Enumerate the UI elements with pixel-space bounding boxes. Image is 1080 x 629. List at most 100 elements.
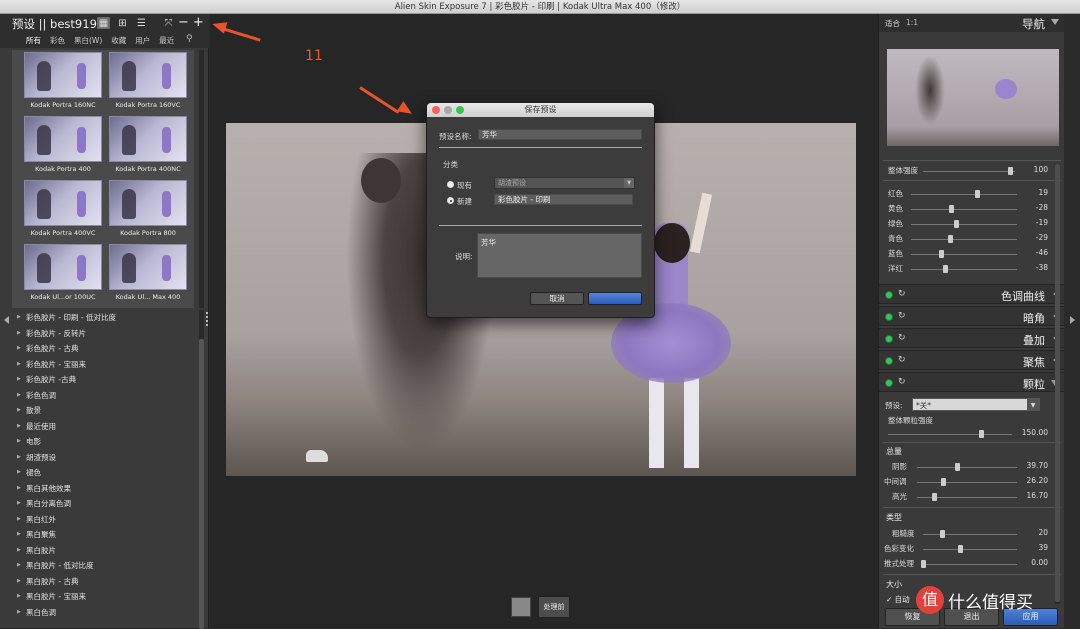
list-item[interactable]: 黑白胶片 - 宝丽来 [0,589,197,605]
section-focus[interactable]: ↻ 聚焦 [879,350,1065,370]
slider-knob[interactable] [949,205,955,213]
add-remove-preset[interactable]: −+ [178,15,208,30]
slider-knob[interactable] [979,430,984,438]
list-item[interactable]: 彩色胶片 - 古典 [0,341,197,357]
one-to-one-button[interactable]: 1:1 [906,18,918,27]
slider-track[interactable] [923,564,1017,565]
existing-category-select[interactable]: 胡渣预设 [494,177,635,189]
enable-toggle[interactable] [885,335,893,343]
section-grain[interactable]: ↻ 颗粒 [879,372,1065,392]
filter-favorites[interactable]: 收藏 [111,35,126,46]
list-item[interactable]: 散景 [0,403,197,419]
grain-type-slider[interactable]: 色彩变化 39 [879,542,1065,556]
slider-knob[interactable] [974,190,980,198]
section-tone-curve[interactable]: ↻ 色调曲线 [879,284,1065,304]
list-item[interactable]: 彩色色调 [0,388,197,404]
list-item[interactable]: 黑白其他效果 [0,481,197,497]
color-swatch-button[interactable] [511,597,531,617]
list-item[interactable]: 电影 [0,434,197,450]
filter-user[interactable]: 用户 [135,35,150,46]
reset-icon[interactable]: ↻ [898,289,906,299]
preset-name-input[interactable]: 芳华 [478,129,642,140]
reset-icon[interactable]: ↻ [898,333,906,343]
hsl-slider[interactable]: 青色 -29 [879,232,1065,246]
slider-knob[interactable] [957,545,963,553]
slider-knob[interactable] [939,530,945,538]
list-item[interactable]: 胡渣预设 [0,450,197,466]
section-vignette[interactable]: ↻ 暗角 [879,306,1065,326]
thumb-scrollbar[interactable] [199,50,204,308]
hsl-slider[interactable]: 红色 19 [879,187,1065,201]
reset-icon[interactable]: ↻ [898,377,906,387]
slider-knob[interactable] [941,478,946,486]
grid-large-icon[interactable]: ▦ [97,17,110,29]
hsl-slider[interactable]: 蓝色 -46 [879,247,1065,261]
grain-overall-slider[interactable]: 整体颗粒强度 [879,414,1065,428]
reset-icon[interactable]: ↻ [898,355,906,365]
hsl-slider[interactable]: 洋红 -38 [879,262,1065,276]
section-overlay[interactable]: ↻ 叠加 [879,328,1065,348]
list-item[interactable]: 最近使用 [0,419,197,435]
preset-thumb[interactable] [109,52,187,98]
filter-recent[interactable]: 最近 [159,35,174,46]
slider-track[interactable] [911,194,1017,195]
grain-amount-slider[interactable]: 中间调 26.20 [879,475,1065,489]
preset-thumb[interactable] [109,116,187,162]
slider-knob[interactable] [921,560,926,568]
navigator-thumbnail[interactable] [887,49,1059,146]
reset-icon[interactable]: ↻ [898,311,906,321]
search-icon[interactable]: ⚲ [186,34,193,44]
slider-knob[interactable] [932,493,937,501]
close-icon[interactable] [432,106,440,114]
slider-knob[interactable] [938,250,944,258]
grain-amount-slider[interactable]: 阴影 39.70 [879,460,1065,474]
slider-knob[interactable] [948,235,954,243]
slider-knob[interactable] [942,265,948,273]
collapse-icon[interactable]: ⤧ [162,17,175,29]
grain-type-slider[interactable]: 粗糙度 20 [879,527,1065,541]
slider-track[interactable] [911,209,1017,210]
existing-radio[interactable] [447,181,454,188]
slider-track[interactable] [911,269,1017,270]
filter-color[interactable]: 彩色 [50,35,65,46]
filter-all[interactable]: 所有 [26,35,41,46]
list-item[interactable]: 黑白聚焦 [0,527,197,543]
description-textarea[interactable]: 芳华 [477,233,642,278]
list-view-icon[interactable]: ☰ [135,17,148,29]
slider-track[interactable] [911,224,1017,225]
preset-thumb[interactable] [24,180,102,226]
minimize-icon[interactable] [444,106,452,114]
list-item[interactable]: 黑白红外 [0,512,197,528]
auto-size-checkbox[interactable]: ✓ 自动 [886,594,910,605]
list-item[interactable]: 彩色胶片 - 宝丽来 [0,357,197,373]
list-item[interactable]: 彩色胶片 - 反转片 [0,326,197,342]
slider-track[interactable] [911,254,1017,255]
preset-thumb[interactable] [24,244,102,290]
new-category-input[interactable]: 彩色胶片 - 印刷 [494,194,633,205]
grain-amount-slider[interactable]: 高光 16.70 [879,490,1065,504]
panel-scrollbar-thumb[interactable] [1055,164,1060,602]
before-button[interactable]: 处理前 [538,596,570,618]
preset-thumb[interactable] [24,52,102,98]
enable-toggle[interactable] [885,379,893,387]
list-item[interactable]: 黑白分离色调 [0,496,197,512]
hsl-slider[interactable]: 绿色 -19 [879,217,1065,231]
hsl-slider[interactable]: 黄色 -28 [879,202,1065,216]
preset-thumb[interactable] [109,244,187,290]
filter-bw[interactable]: 黑白(W) [74,35,102,46]
slider-track[interactable] [911,239,1017,240]
list-item[interactable]: 彩色胶片 - 印刷 - 低对比度 [0,310,197,326]
slider-knob[interactable] [953,220,959,228]
fit-button[interactable]: 适合 [885,18,900,29]
enable-toggle[interactable] [885,313,893,321]
list-item[interactable]: 黑白胶片 - 低对比度 [0,558,197,574]
new-radio[interactable] [447,197,454,204]
slider-track[interactable] [923,549,1017,550]
slider-knob[interactable] [955,463,960,471]
list-item[interactable]: 褪色 [0,465,197,481]
preset-thumb[interactable] [24,116,102,162]
grain-type-slider[interactable]: 推式处理 0.00 [879,557,1065,571]
slider-track[interactable] [917,467,1017,468]
save-button[interactable] [588,292,642,305]
slider-track[interactable] [917,482,1017,483]
